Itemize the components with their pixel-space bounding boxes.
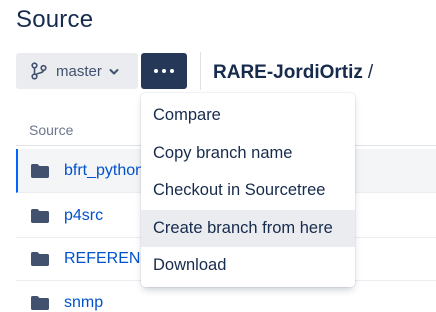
menu-item-download[interactable]: Download [141, 247, 355, 285]
repo-name-link[interactable]: RARE-JordiOrtiz [213, 62, 363, 83]
more-horizontal-icon [154, 69, 158, 73]
page-title: Source [16, 6, 94, 33]
branch-label: master [56, 62, 102, 80]
menu-item-compare[interactable]: Compare [141, 97, 355, 135]
menu-item-checkout-in-sourcetree[interactable]: Checkout in Sourcetree [141, 172, 355, 210]
folder-icon [31, 295, 49, 310]
file-name-link[interactable]: p4src [64, 207, 103, 225]
file-name-link[interactable]: bfrt_python [64, 162, 144, 180]
path-separator: / [367, 62, 374, 83]
git-branch-icon [31, 62, 47, 80]
folder-icon [31, 208, 49, 223]
menu-item-copy-branch-name[interactable]: Copy branch name [141, 135, 355, 173]
breadcrumb: RARE-JordiOrtiz / [213, 62, 373, 84]
menu-item-create-branch[interactable]: Create branch from here [141, 209, 355, 247]
toolbar-divider [200, 52, 201, 90]
source-page: Source master RARE-JordiOrtiz / Source bf… [0, 0, 436, 312]
chevron-down-icon [109, 68, 119, 74]
folder-icon [31, 163, 49, 178]
file-name-link[interactable]: snmp [64, 294, 103, 312]
branch-selector-button[interactable]: master [16, 53, 138, 89]
column-header-source[interactable]: Source [29, 122, 73, 138]
more-actions-menu: Compare Copy branch name Checkout in Sou… [141, 93, 355, 287]
more-actions-button[interactable] [141, 53, 187, 89]
folder-icon [31, 251, 49, 266]
